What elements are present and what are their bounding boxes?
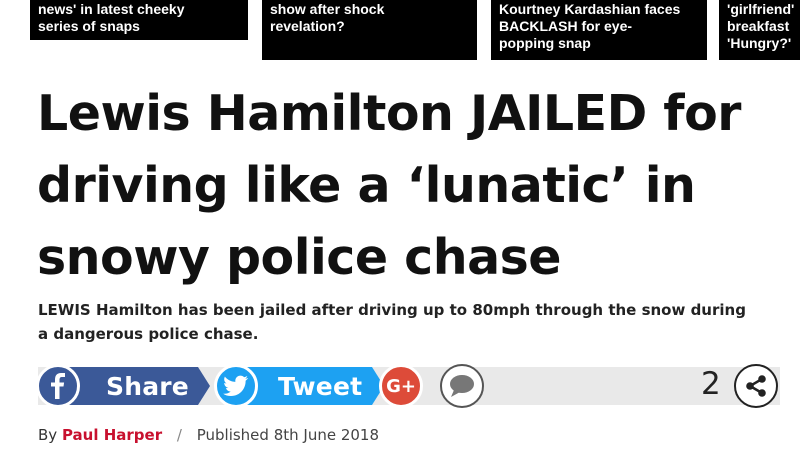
byline-prefix: By: [38, 426, 58, 444]
facebook-share-label: Share: [106, 371, 189, 401]
comment-icon: [450, 375, 474, 397]
related-story-1-text: news' in latest cheeky series of snaps: [38, 1, 185, 34]
more-share-button[interactable]: [734, 364, 778, 408]
facebook-icon: [36, 364, 80, 408]
comments-button[interactable]: [440, 364, 484, 408]
author-link[interactable]: Paul Harper: [62, 426, 162, 444]
article-standfirst: LEWIS Hamilton has been jailed after dri…: [38, 301, 746, 343]
google-plus-label: G+: [386, 375, 416, 397]
related-story-2-text: show after shock revelation?: [270, 1, 385, 34]
related-story-4[interactable]: 'girlfriend' breakfast 'Hungry?': [719, 0, 800, 60]
google-plus-share-button[interactable]: G+: [379, 364, 423, 408]
related-story-3-text: Kourtney Kardashian faces BACKLASH for e…: [499, 1, 681, 51]
related-story-4-text: 'girlfriend' breakfast 'Hungry?': [727, 1, 795, 51]
share-icon: [746, 375, 766, 397]
byline-separator: /: [176, 426, 182, 444]
article-page: news' in latest cheeky series of snaps s…: [0, 0, 800, 450]
twitter-icon: [214, 364, 258, 408]
article-byline: By Paul Harper / Published 8th June 2018: [38, 426, 379, 444]
twitter-share-button[interactable]: Tweet: [214, 364, 384, 408]
published-date: Published 8th June 2018: [196, 426, 380, 444]
related-story-1[interactable]: news' in latest cheeky series of snaps: [30, 0, 248, 40]
related-story-3[interactable]: Kourtney Kardashian faces BACKLASH for e…: [491, 0, 707, 60]
share-bar: Share Tweet G+ 2: [36, 363, 780, 408]
twitter-share-label: Tweet: [278, 371, 363, 401]
related-stories-strip: news' in latest cheeky series of snaps s…: [0, 0, 800, 60]
facebook-share-button[interactable]: Share: [36, 364, 210, 408]
related-story-2[interactable]: show after shock revelation?: [262, 0, 477, 60]
article-headline: Lewis Hamilton JAILED for driving like a…: [37, 85, 741, 286]
share-count: 2: [701, 366, 721, 402]
